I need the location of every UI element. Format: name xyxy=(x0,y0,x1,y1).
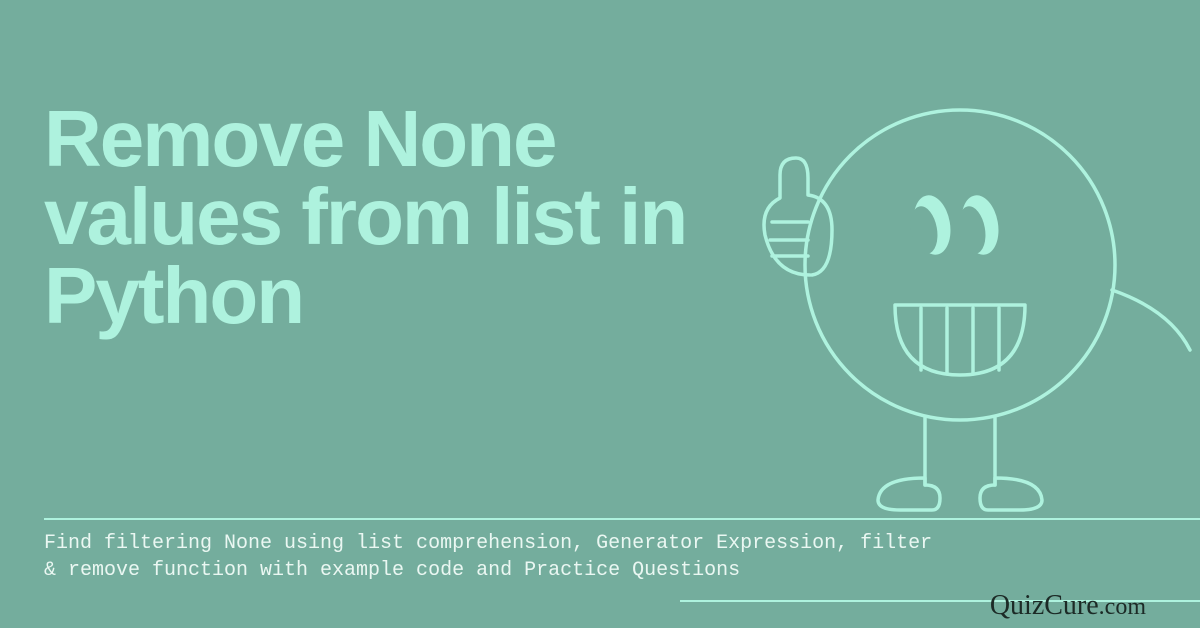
mascot-illustration xyxy=(700,80,1200,540)
site-name: QuizCure xyxy=(990,590,1099,621)
site-brand: QuizCure.com xyxy=(990,590,1146,622)
page-subtitle: Find filtering None using list comprehen… xyxy=(44,530,944,584)
site-suffix: .com xyxy=(1099,594,1146,620)
page-title: Remove None values from list in Python xyxy=(44,100,694,335)
divider-line xyxy=(44,518,1200,520)
